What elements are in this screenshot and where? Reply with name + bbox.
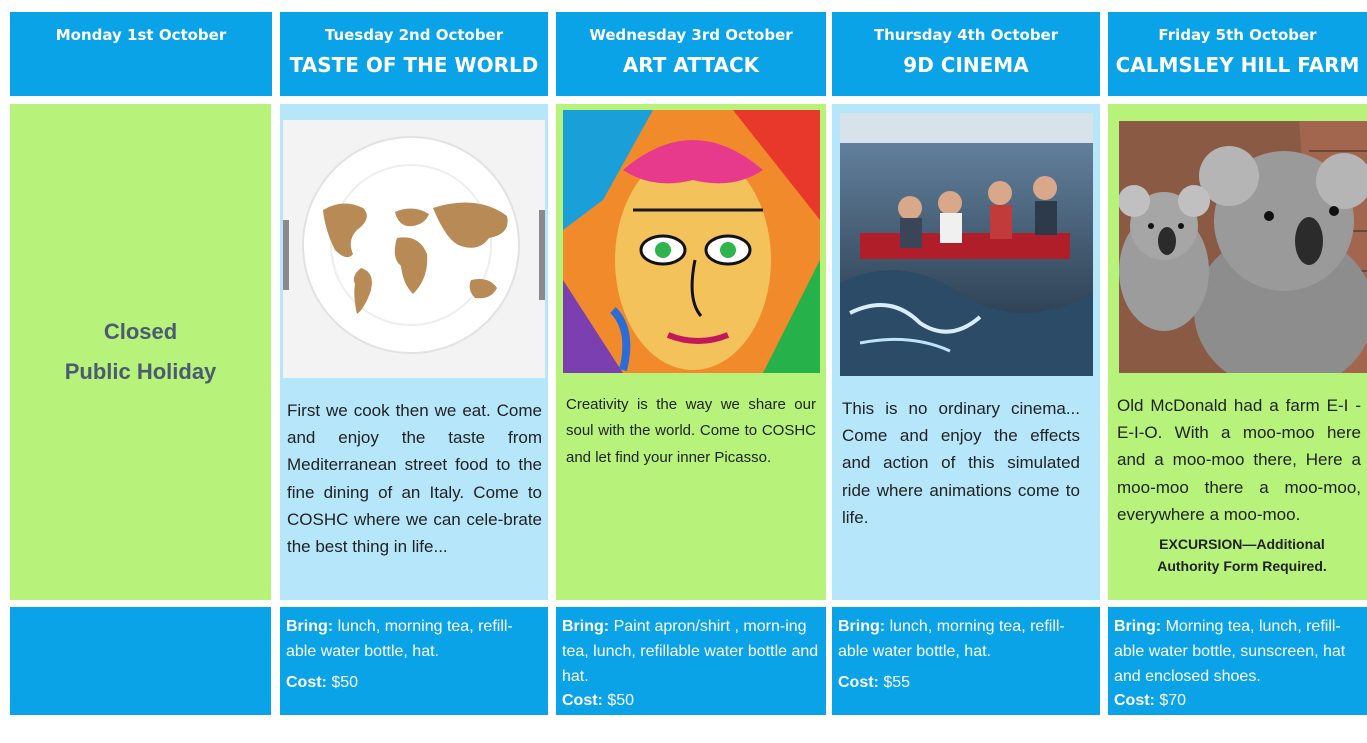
cost-label: Cost: [838, 673, 879, 691]
koala-image [1119, 121, 1367, 373]
cost-value: $50 [331, 673, 359, 691]
world-map-plate-image [283, 120, 545, 378]
cost-value: $55 [883, 673, 911, 691]
closed-label: Closed [103, 319, 178, 345]
day-label: Tuesday 2nd October [324, 26, 504, 44]
day-label: Monday 1st October [55, 26, 227, 44]
cost-text: Cost: $55 [838, 671, 1094, 696]
thursday-description: This is no ordinary cinema... Come and e… [842, 399, 1080, 527]
header-thursday: Thursday 4th October 9D CINEMA [832, 12, 1100, 96]
cost-text: Cost: $50 [562, 689, 820, 714]
header-wednesday: Wednesday 3rd October ART ATTACK [556, 12, 826, 96]
wednesday-description: Creativity is the way we share our soul … [566, 396, 816, 466]
wednesday-bring-cell: Bring: Paint apron/shirt , morn-ing tea,… [556, 607, 826, 715]
cost-value: $50 [607, 692, 635, 710]
activity-title: CALMSLEY HILL FARM [1115, 53, 1360, 77]
excursion-note: EXCURSION—Additional Authority Form Requ… [1157, 535, 1327, 574]
tuesday-description: First we cook then we eat. Come and enjo… [287, 401, 542, 556]
cost-text: Cost: $70 [1114, 689, 1361, 714]
bring-label: Bring: [1114, 618, 1162, 635]
header-friday: Friday 5th October CALMSLEY HILL FARM [1108, 12, 1367, 96]
cost-label: Cost: [286, 673, 327, 691]
friday-description-text: Old McDonald had a farm E-I -E-I-O. With… [1117, 396, 1361, 524]
public-holiday-label: Public Holiday [64, 359, 217, 384]
closed-notice: Closed Public Holiday [10, 104, 271, 600]
monday-bring-cell [10, 607, 271, 715]
bring-label: Bring: [286, 618, 334, 635]
bring-label: Bring: [562, 618, 610, 635]
colourful-face-painting-image [563, 110, 820, 373]
day-label: Thursday 4th October [873, 26, 1059, 44]
friday-bring-cell: Bring: Morning tea, lunch, refill-able w… [1108, 607, 1367, 715]
bring-text: Bring: Morning tea, lunch, refill-able w… [1114, 615, 1361, 689]
friday-description: Old McDonald had a farm E-I -E-I-O. With… [1117, 392, 1361, 577]
activity-title: TASTE OF THE WORLD [289, 53, 539, 77]
bring-text: Bring: Paint apron/shirt , morn-ing tea,… [562, 615, 820, 689]
day-label: Wednesday 3rd October [589, 26, 793, 44]
activity-title: ART ATTACK [622, 53, 760, 77]
header-tuesday: Tuesday 2nd October TASTE OF THE WORLD [280, 12, 548, 96]
bring-label: Bring: [838, 618, 886, 635]
header-monday: Monday 1st October [10, 12, 272, 96]
cost-label: Cost: [562, 692, 603, 710]
activity-title: 9D CINEMA [903, 53, 1029, 77]
cost-text: Cost: $50 [286, 671, 542, 696]
cinema-audience-image [840, 113, 1093, 376]
cost-value: $70 [1159, 692, 1187, 710]
cost-label: Cost: [1114, 692, 1155, 710]
bring-text: Bring: lunch, morning tea, refill-able w… [286, 615, 542, 665]
day-label: Friday 5th October [1158, 26, 1317, 44]
tuesday-bring-cell: Bring: lunch, morning tea, refill-able w… [280, 607, 548, 715]
bring-text: Bring: lunch, morning tea, refill-able w… [838, 615, 1094, 665]
thursday-bring-cell: Bring: lunch, morning tea, refill-able w… [832, 607, 1100, 715]
